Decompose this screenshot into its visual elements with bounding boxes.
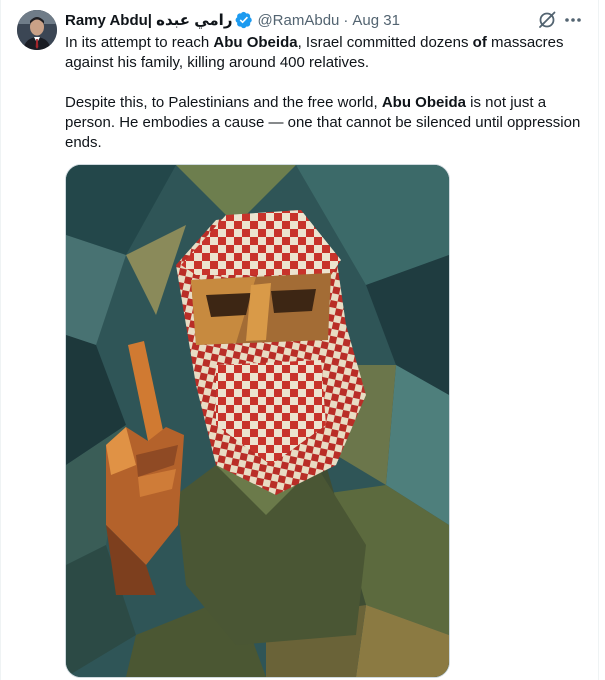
cubist-painting: [66, 165, 449, 677]
tweet-header: Ramy Abdu| رامي عبده @RamAbdu · Aug 31: [65, 9, 400, 31]
tweet-image[interactable]: [65, 164, 450, 678]
timeline-border-left: [0, 0, 1, 680]
mention-abu-obeida: Abu Obeida: [213, 34, 298, 51]
mention-abu-obeida-2: Abu Obeida: [381, 94, 467, 111]
avatar[interactable]: [17, 10, 57, 50]
header-separator: ·: [343, 11, 349, 29]
tweet-paragraph-2: Despite this, to Palestinians and the fr…: [65, 94, 581, 151]
author-display-name[interactable]: Ramy Abdu| رامي عبده: [65, 11, 232, 29]
more-icon[interactable]: [563, 10, 583, 30]
grok-icon[interactable]: [537, 10, 557, 30]
verified-badge-icon: [235, 11, 253, 29]
tweet-text: In its attempt to reach Abu Obeida, Isra…: [65, 33, 585, 153]
tweet-timestamp[interactable]: Aug 31: [352, 12, 400, 29]
timeline-border-right: [598, 0, 599, 680]
tweet-paragraph-1: In its attempt to reach Abu Obeida, Isra…: [65, 34, 564, 71]
author-handle[interactable]: @RamAbdu: [257, 12, 339, 29]
